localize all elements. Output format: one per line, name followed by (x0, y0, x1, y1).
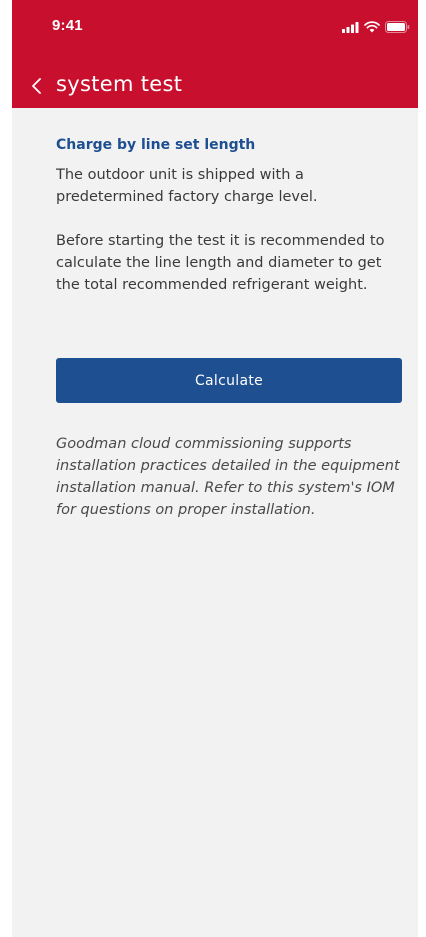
status-time: 9:41 (52, 17, 83, 34)
factory-charge-paragraph: The outdoor unit is shipped with a prede… (56, 167, 318, 205)
charge-info-section: Charge by line set length The outdoor un… (56, 136, 404, 296)
status-icons (342, 20, 410, 34)
page-title: system test (56, 72, 183, 96)
app-header: 9:41 system test (12, 0, 418, 108)
wifi-icon (364, 21, 380, 33)
cellular-signal-icon (342, 21, 359, 33)
status-bar: 9:41 (12, 0, 418, 54)
app-screen: 9:41 system test Charge by line set leng… (12, 0, 418, 937)
battery-icon (385, 21, 410, 33)
section-heading: Charge by line set length (56, 137, 256, 153)
recommendation-paragraph: Before starting the test it is recommend… (56, 233, 385, 293)
chevron-left-icon (31, 78, 41, 94)
disclaimer-text: Goodman cloud commissioning supports ins… (56, 436, 400, 518)
calculate-button[interactable]: Calculate (56, 358, 402, 403)
navigation-bar: system test (12, 62, 418, 108)
back-button[interactable] (26, 74, 46, 98)
